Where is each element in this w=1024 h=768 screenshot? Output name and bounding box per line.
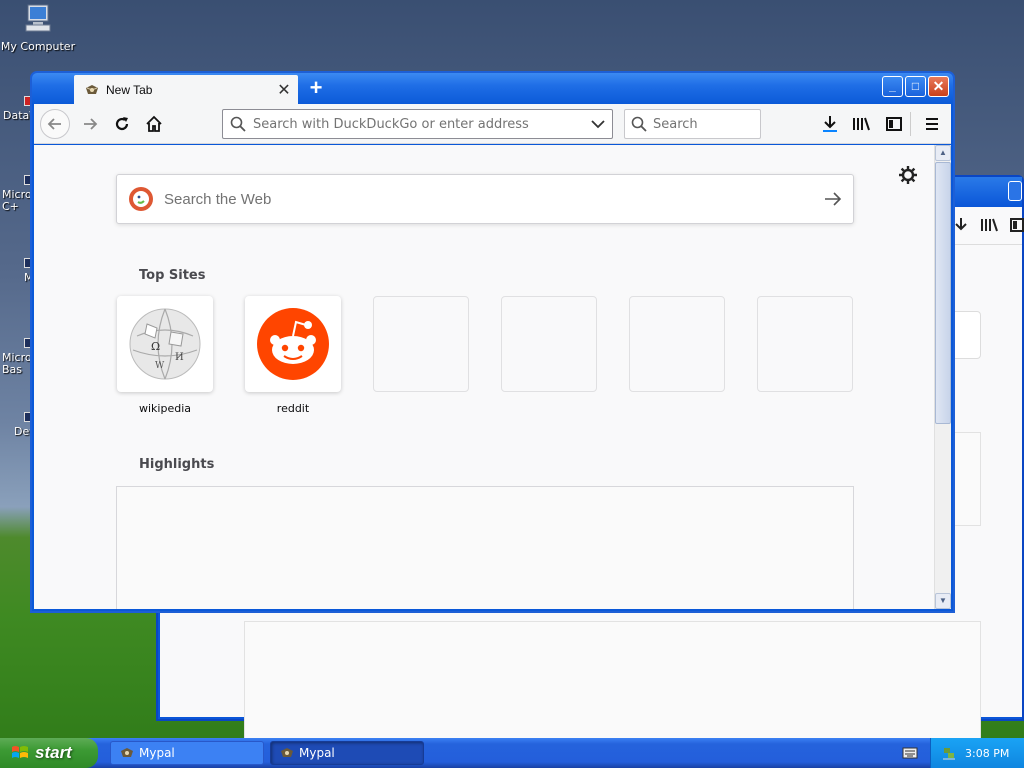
scroll-down-button[interactable]: ▼ <box>935 593 951 609</box>
window-controls: _ □ ✕ <box>882 76 949 97</box>
scrollbar-thumb[interactable] <box>935 162 951 424</box>
new-tab-page: Top Sites Ω И W <box>34 145 934 609</box>
arrow-left-icon <box>47 118 61 130</box>
top-site-label[interactable]: wikipedia <box>117 402 213 415</box>
tab-new-tab[interactable]: New Tab ✕ <box>74 75 298 104</box>
network-icon[interactable] <box>941 745 957 761</box>
clock: 3:08 PM <box>965 746 1010 760</box>
taskbar-item-mypal-active[interactable]: Mypal <box>270 741 424 765</box>
mypal-icon <box>281 748 293 757</box>
search-icon <box>223 116 253 132</box>
background-minimize-button[interactable] <box>1008 181 1022 201</box>
gear-icon[interactable] <box>898 165 918 185</box>
search-input[interactable] <box>653 116 760 132</box>
arrow-right-icon <box>825 192 842 206</box>
home-icon <box>146 115 162 132</box>
top-site-tile-empty[interactable] <box>757 296 853 392</box>
web-search-box[interactable] <box>116 174 854 224</box>
mypal-icon <box>121 748 133 757</box>
my-computer-icon <box>25 4 51 32</box>
top-site-tile-reddit[interactable] <box>245 296 341 392</box>
hamburger-menu-icon <box>926 118 938 130</box>
download-icon <box>823 116 837 132</box>
home-button[interactable] <box>140 110 168 138</box>
taskbar-item-label: Mypal <box>299 746 335 760</box>
web-search-input[interactable] <box>164 190 813 208</box>
top-site-tile-empty[interactable] <box>373 296 469 392</box>
desktop-icon-my-computer[interactable]: My Computer <box>0 2 76 53</box>
library-icon <box>853 117 870 131</box>
top-site-tile-wikipedia[interactable]: Ω И W <box>117 296 213 392</box>
start-label: start <box>35 743 72 762</box>
vertical-scrollbar[interactable]: ▲ ▼ <box>934 145 951 609</box>
close-button[interactable]: ✕ <box>928 76 949 97</box>
top-sites-title: Top Sites <box>139 268 206 283</box>
start-button[interactable]: start <box>0 738 98 768</box>
taskbar-item-label: Mypal <box>139 746 175 760</box>
wikipedia-icon: Ω И W <box>129 308 201 380</box>
windows-logo-icon <box>12 746 28 758</box>
download-button[interactable] <box>818 112 842 136</box>
sidebar-icon[interactable] <box>1010 217 1024 233</box>
svg-text:Ω: Ω <box>151 340 160 353</box>
url-bar[interactable] <box>222 109 613 139</box>
navigation-toolbar <box>34 104 951 144</box>
library-icon[interactable] <box>980 217 1000 233</box>
library-button[interactable] <box>850 112 874 136</box>
browser-window[interactable]: New Tab ✕ + _ □ ✕ Search with DuckDuckGo… <box>30 71 955 613</box>
url-input[interactable] <box>253 116 584 132</box>
tab-close-icon[interactable]: ✕ <box>274 80 294 100</box>
forward-button[interactable] <box>76 110 104 138</box>
duckduckgo-icon <box>129 187 153 211</box>
menu-button[interactable] <box>920 112 944 136</box>
background-highlights-box <box>244 621 981 751</box>
search-bar[interactable] <box>624 109 761 139</box>
tab-label: New Tab <box>106 82 153 97</box>
arrow-right-icon <box>84 118 98 130</box>
svg-text:W: W <box>155 361 165 371</box>
top-site-tile-empty[interactable] <box>629 296 725 392</box>
toolbar-divider <box>910 112 911 136</box>
reddit-icon <box>257 308 329 380</box>
search-icon <box>625 116 653 132</box>
taskbar: start Mypal Mypal 3:08 PM <box>0 738 1024 768</box>
highlights-box <box>116 486 854 609</box>
desktop-icon-label: My Computer <box>0 40 76 53</box>
sidebar-button[interactable] <box>882 112 906 136</box>
system-tray: 3:08 PM <box>930 738 1024 768</box>
minimize-button[interactable]: _ <box>882 76 903 97</box>
chevron-down-icon[interactable] <box>584 119 612 129</box>
reload-icon <box>115 117 129 131</box>
search-submit-button[interactable] <box>813 191 853 207</box>
mypal-favicon-icon <box>86 84 98 94</box>
taskbar-item-mypal[interactable]: Mypal <box>110 741 264 765</box>
svg-text:И: И <box>175 352 184 363</box>
titlebar[interactable]: New Tab ✕ + _ □ ✕ <box>32 73 953 104</box>
maximize-button[interactable]: □ <box>905 76 926 97</box>
keyboard-icon[interactable] <box>902 746 918 760</box>
top-site-label[interactable]: reddit <box>245 402 341 415</box>
reload-button[interactable] <box>108 110 136 138</box>
sidebar-icon <box>886 117 902 131</box>
scroll-up-button[interactable]: ▲ <box>935 145 951 161</box>
new-tab-button[interactable]: + <box>304 75 328 101</box>
back-button[interactable] <box>40 109 70 139</box>
top-site-tile-empty[interactable] <box>501 296 597 392</box>
highlights-title: Highlights <box>139 457 215 472</box>
